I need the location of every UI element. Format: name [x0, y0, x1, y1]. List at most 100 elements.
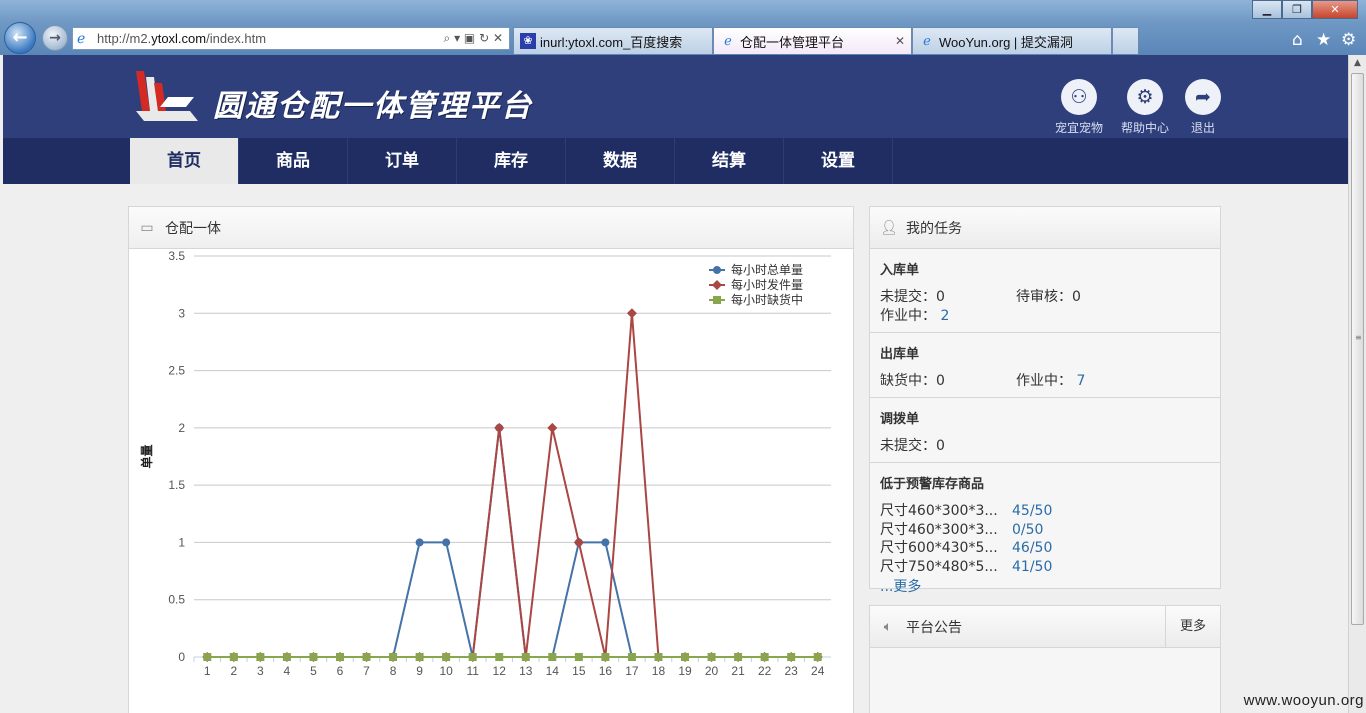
- notice-more-button[interactable]: 更多: [1165, 606, 1220, 647]
- data-point: [734, 653, 743, 661]
- list-item: 尺寸750*480*5... 41/50: [880, 558, 1053, 577]
- address-url[interactable]: http://m2.ytoxl.com/index.htm: [97, 31, 444, 46]
- panel-header: ▭ 仓配一体: [129, 207, 853, 249]
- address-bar[interactable]: ℯ http://m2.ytoxl.com/index.htm ⌕ ▾ ▣ ↻ …: [72, 27, 510, 50]
- share-arrow-icon: ➦: [1185, 79, 1221, 115]
- scroll-thumb[interactable]: ≡: [1351, 73, 1364, 625]
- back-button[interactable]: ←: [4, 22, 36, 54]
- data-point: [494, 422, 505, 433]
- address-controls[interactable]: ⌕ ▾ ▣ ↻ ✕: [444, 31, 503, 46]
- list-item: 尺寸600*430*5... 46/50: [880, 539, 1053, 558]
- watermark: www.wooyun.org: [1243, 692, 1364, 709]
- nav-item-orders[interactable]: 订单: [348, 138, 457, 184]
- stock-value-link[interactable]: 41/50: [1012, 558, 1052, 577]
- main-nav: 首页 商品 订单 库存 数据 结算 设置: [3, 138, 1348, 184]
- page-scrollbar[interactable]: ▲ ≡: [1348, 55, 1366, 713]
- close-window-button[interactable]: ✕: [1312, 0, 1358, 19]
- favorites-star-icon[interactable]: ★: [1316, 30, 1331, 50]
- forward-button[interactable]: →: [42, 25, 68, 51]
- header-link-shop[interactable]: ⚇ 宠宜宠物: [1049, 79, 1109, 136]
- section-title: 低于预警库存商品: [880, 477, 985, 492]
- inbound-unsubmitted[interactable]: 未提交：0: [880, 288, 1016, 307]
- data-point: [654, 653, 663, 661]
- stock-value-link[interactable]: 0/50: [1012, 521, 1043, 540]
- tab-wooyun[interactable]: ℯ WooYun.org | 提交漏洞: [912, 27, 1112, 54]
- outbound-shortage[interactable]: 缺货中：0: [880, 372, 1016, 391]
- y-tick-label: 1: [178, 535, 185, 549]
- scroll-up-icon[interactable]: ▲: [1349, 55, 1366, 72]
- data-point: [626, 308, 637, 319]
- tab-baidu-search[interactable]: ❀ inurl:ytoxl.com_百度搜索: [513, 27, 713, 54]
- gear-help-icon: ⚙: [1127, 79, 1163, 115]
- y-tick-label: 0.5: [168, 593, 185, 607]
- my-tasks-panel: 👤︎ 我的任务 入库单 未提交：0 待审核：0 作业中： 2 出库单 缺货中：0…: [869, 206, 1221, 595]
- hourly-line-chart: 00.511.522.533.51 2 3 4 5 6 7 8 9 10 11 12 13 14 15 16 1…: [139, 250, 831, 678]
- inbound-pending[interactable]: 待审核：0: [1016, 288, 1152, 307]
- data-point: [548, 653, 557, 661]
- baidu-paw-icon: ❀: [520, 33, 536, 49]
- panel-header: 🔈︎ 平台公告 更多: [870, 606, 1220, 648]
- stock-value-link[interactable]: 46/50: [1012, 539, 1052, 558]
- maximize-button[interactable]: ❐: [1282, 0, 1312, 19]
- site-header: 圆通仓配一体管理平台 ⚇ 宠宜宠物 ⚙ 帮助中心 ➦ 退出: [3, 55, 1348, 138]
- data-point: [707, 653, 716, 661]
- data-point: [547, 422, 558, 433]
- low-stock-more-link[interactable]: ...更多: [880, 576, 1210, 596]
- x-tick-label: 11: [466, 664, 479, 678]
- outbound-working-link[interactable]: 7: [1076, 373, 1085, 389]
- header-link-label: 帮助中心: [1120, 121, 1169, 135]
- data-point: [601, 653, 610, 661]
- inbound-working-link[interactable]: 2: [940, 308, 949, 324]
- nav-item-data[interactable]: 数据: [566, 138, 675, 184]
- x-tick-label: 7: [363, 664, 370, 678]
- new-tab-button[interactable]: [1112, 27, 1139, 54]
- platform-notice-panel: 🔈︎ 平台公告 更多: [869, 605, 1221, 713]
- minimize-button[interactable]: ▁: [1252, 0, 1282, 19]
- x-tick-label: 2: [230, 664, 237, 678]
- x-tick-label: 3: [257, 664, 264, 678]
- overview-panel: ▭ 仓配一体 0 0.5 1 1.5 2 2.5 3 3.5 1 2 3 4 5 6 7 8 9 10 11 12 13…: [128, 206, 854, 713]
- data-point: [415, 538, 424, 547]
- x-tick-label: 1: [204, 664, 211, 678]
- nav-item-settings[interactable]: 设置: [784, 138, 893, 184]
- settings-gear-icon[interactable]: ⚙: [1341, 30, 1356, 50]
- data-point: [574, 653, 583, 661]
- transfer-unsubmitted[interactable]: 未提交：0: [880, 437, 1016, 456]
- x-tick-label: 8: [390, 664, 397, 678]
- data-point: [415, 653, 424, 661]
- nav-item-products[interactable]: 商品: [239, 138, 348, 184]
- data-point: [681, 653, 690, 661]
- data-point: [256, 653, 265, 661]
- data-point: [362, 653, 371, 661]
- nav-item-home[interactable]: 首页: [130, 138, 239, 184]
- header-link-logout[interactable]: ➦ 退出: [1173, 79, 1233, 136]
- tab-platform[interactable]: ℯ 仓配一体管理平台 ✕: [713, 27, 912, 54]
- nav-item-inventory[interactable]: 库存: [457, 138, 566, 184]
- panel-title: 我的任务: [906, 220, 962, 237]
- home-icon[interactable]: ⌂: [1292, 30, 1303, 50]
- data-point: [282, 653, 291, 661]
- tab-label: WooYun.org | 提交漏洞: [939, 34, 1073, 50]
- x-tick-label: 10: [439, 664, 453, 678]
- yto-logo-icon[interactable]: [128, 67, 198, 125]
- list-item: 尺寸460*300*3... 0/50: [880, 521, 1044, 540]
- inbound-section: 入库单 未提交：0 待审核：0 作业中： 2: [870, 249, 1220, 333]
- x-tick-label: 4: [284, 664, 291, 678]
- data-point: [521, 653, 530, 661]
- nav-item-settlement[interactable]: 结算: [675, 138, 784, 184]
- y-tick-label: 3.5: [168, 250, 185, 263]
- data-point: [573, 537, 584, 548]
- data-point: [203, 653, 212, 661]
- header-link-label: 退出: [1190, 121, 1215, 135]
- header-link-help[interactable]: ⚙ 帮助中心: [1115, 79, 1175, 136]
- stock-value-link[interactable]: 45/50: [1012, 502, 1052, 521]
- x-tick-label: 17: [625, 664, 639, 678]
- list-item: 尺寸460*300*3... 45/50: [880, 502, 1053, 521]
- x-tick-label: 14: [546, 664, 560, 678]
- x-tick-label: 5: [310, 664, 317, 678]
- data-point: [760, 653, 769, 661]
- close-tab-icon[interactable]: ✕: [895, 34, 905, 48]
- x-tick-label: 9: [416, 664, 423, 678]
- x-tick-label: 16: [599, 664, 613, 678]
- tab-label: 仓配一体管理平台: [740, 34, 845, 50]
